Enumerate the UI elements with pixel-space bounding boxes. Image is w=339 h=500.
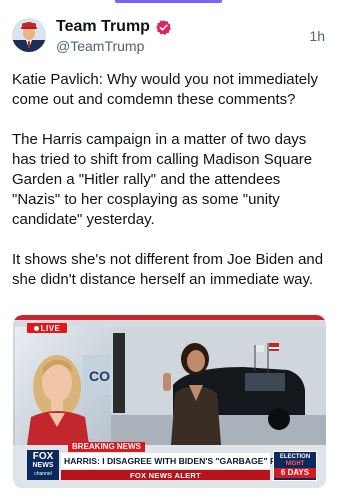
headline-text: HARRIS: I DISAGREE WITH BIDEN'S "GARBAGE… — [64, 456, 308, 466]
election-countdown-badge: ELECTION NIGHT 6 DAYS — [273, 451, 317, 481]
post-header: Team Trump @TeamTrump 1h — [12, 14, 327, 58]
post-text: Katie Pavlich: Why would you not immedia… — [12, 70, 330, 310]
handle[interactable]: @TeamTrump — [56, 38, 144, 54]
fox-logo-line1: FOX — [32, 450, 54, 462]
post-paragraph-1: Katie Pavlich: Why would you not immedia… — [12, 71, 318, 108]
breaking-news-label: BREAKING NEWS — [68, 442, 145, 452]
display-name[interactable]: Team Trump — [56, 18, 150, 36]
election-line1: ELECTION — [279, 454, 311, 460]
video-thumbnail[interactable]: CO LIVE BREAKING NEWS FOX NEWS channel H… — [13, 315, 326, 488]
svg-text:CO: CO — [89, 368, 110, 384]
election-countdown: 6 DAYS — [274, 468, 316, 478]
live-dot-icon — [33, 325, 39, 331]
lower-third-headline: HARRIS: I DISAGREE WITH BIDEN'S "GARBAGE… — [61, 453, 308, 469]
post-time[interactable]: 1h — [309, 28, 325, 44]
live-badge: LIVE — [27, 323, 67, 333]
name-line: Team Trump — [56, 18, 172, 36]
fox-logo-line3: channel — [34, 470, 52, 477]
avatar[interactable] — [12, 18, 46, 52]
verified-badge-icon — [156, 19, 171, 35]
top-accent-bar — [115, 0, 222, 3]
alert-label: FOX NEWS ALERT — [129, 470, 201, 480]
fox-news-logo: FOX NEWS channel — [27, 450, 59, 480]
live-label: LIVE — [40, 323, 61, 333]
news-alert-bar: FOX NEWS ALERT — [61, 470, 270, 480]
fox-logo-line2: NEWS — [32, 461, 54, 469]
post-paragraph-3: It shows she's not different from Joe Bi… — [12, 251, 324, 288]
avatar-image — [12, 18, 46, 52]
post-paragraph-2: The Harris campaign in a matter of two d… — [12, 131, 313, 228]
election-line2: NIGHT — [285, 461, 305, 467]
